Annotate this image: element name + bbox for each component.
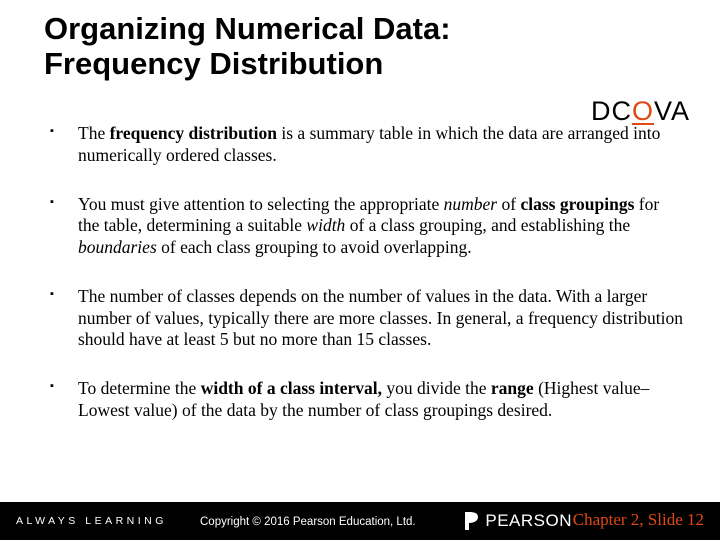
text: of each class grouping to avoid overlapp… — [157, 237, 472, 257]
text: You must give attention to selecting the… — [78, 194, 444, 214]
title-line-1: Organizing Numerical Data: — [44, 11, 451, 46]
page-number: Chapter 2, Slide 12 — [573, 510, 704, 530]
text-bold: width of a class interval, — [201, 378, 387, 398]
text: of — [497, 194, 520, 214]
text: The — [78, 123, 110, 143]
slide: Organizing Numerical Data: Frequency Dis… — [0, 0, 720, 540]
dcova-a: A — [671, 96, 690, 126]
dcova-tag: DCOVA — [591, 96, 690, 127]
bullet-item: To determine the width of a class interv… — [50, 378, 684, 421]
bullet-item: The frequency distribution is a summary … — [50, 123, 684, 166]
bullet-list: The frequency distribution is a summary … — [50, 123, 684, 420]
text-bold: range — [491, 378, 538, 398]
bullet-item: The number of classes depends on the num… — [50, 286, 684, 350]
dcova-c: C — [611, 96, 632, 126]
text-italic: width — [306, 215, 345, 235]
dcova-o: O — [632, 96, 654, 126]
text: To determine the — [78, 378, 201, 398]
content-area: The frequency distribution is a summary … — [0, 81, 720, 448]
pearson-brand-text: PEARSON — [485, 511, 572, 531]
bullet-item: You must give attention to selecting the… — [50, 194, 684, 258]
text: you divide the — [386, 378, 491, 398]
text-bold: class groupings — [520, 194, 634, 214]
text-bold: frequency distribution — [110, 123, 277, 143]
slide-title: Organizing Numerical Data: Frequency Dis… — [44, 12, 720, 81]
title-area: Organizing Numerical Data: Frequency Dis… — [0, 0, 720, 81]
title-line-2: Frequency Distribution — [44, 46, 383, 81]
text-italic: boundaries — [78, 237, 157, 257]
text: of a class grouping, and establishing th… — [345, 215, 630, 235]
pearson-logo: PEARSON — [463, 502, 572, 540]
footer-bar: ALWAYS LEARNING Copyright © 2016 Pearson… — [0, 502, 720, 540]
copyright-text: Copyright © 2016 Pearson Education, Ltd. — [200, 516, 416, 528]
always-learning-tagline: ALWAYS LEARNING — [0, 515, 167, 527]
text: The number of classes depends on the num… — [78, 286, 683, 349]
dcova-v: V — [654, 96, 671, 126]
text-italic: number — [444, 194, 497, 214]
dcova-d: D — [591, 96, 612, 126]
pearson-mark-icon — [463, 510, 481, 532]
